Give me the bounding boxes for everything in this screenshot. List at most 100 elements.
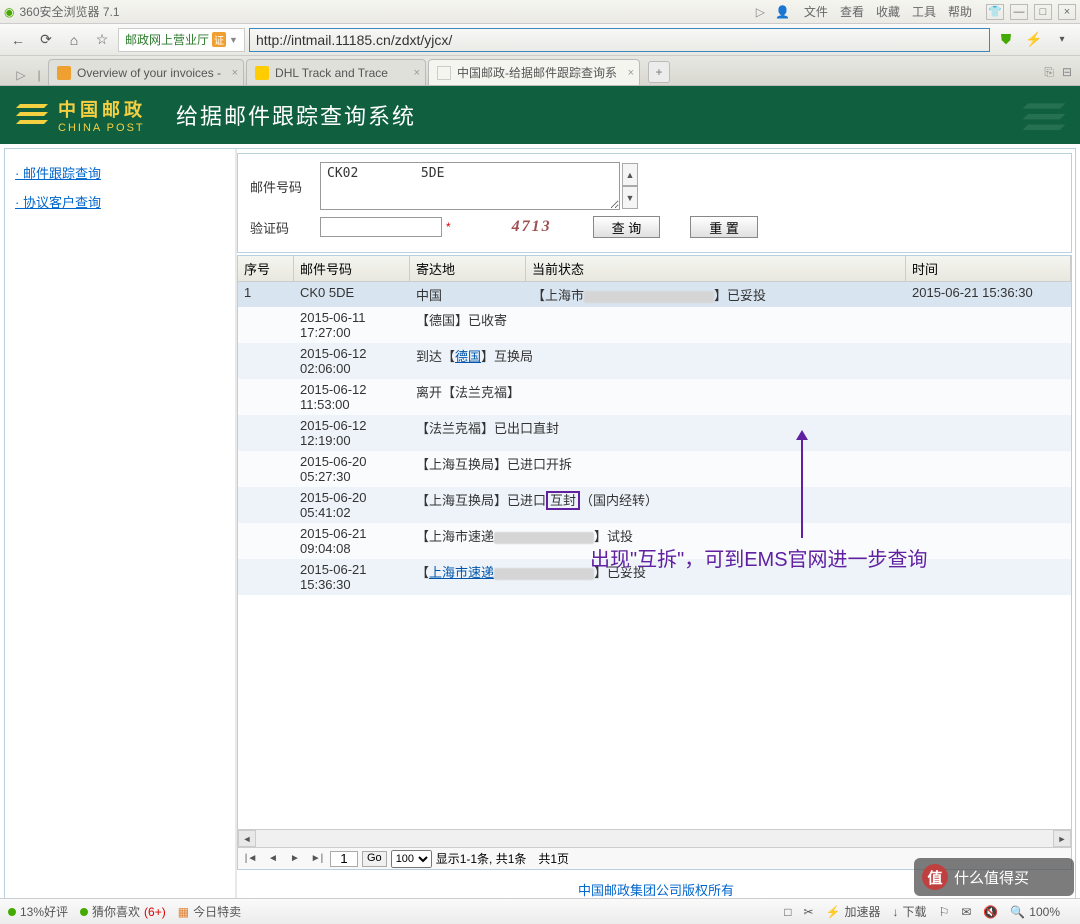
logo-text: 中国邮政 CHINA POST (58, 96, 146, 134)
site-identity[interactable]: 邮政网上营业厅 证 ▼ (118, 28, 245, 52)
window-title: 360安全浏览器 7.1 (19, 3, 119, 20)
minimize-button[interactable]: — (1010, 4, 1028, 20)
main-panel: 邮件号码 CK02 5DE ▲ ▼ 验证码 * 4713 查 询 重 置 序号 … (237, 149, 1075, 907)
table-row-main[interactable]: 1 CK0 5DE 中国 【上海市】已妥投 2015-06-21 15:36:3… (238, 282, 1071, 307)
highlighted-term: 互封 (546, 491, 580, 510)
download-icon: ↓ (893, 905, 899, 919)
page-size-select[interactable]: 100 (391, 850, 432, 868)
captcha-input[interactable] (320, 217, 442, 237)
label-captcha: 验证码 (250, 218, 320, 237)
user-icon[interactable]: 👤 (775, 5, 790, 19)
header-watermark-icon (1016, 98, 1072, 141)
page-prev-button[interactable]: ◄ (264, 851, 282, 867)
browser-toolbar: ← ⟳ ⌂ ☆ 邮政网上营业厅 证 ▼ http://intmail.11185… (0, 24, 1080, 56)
tab-close-icon[interactable]: × (232, 67, 238, 79)
table-row: 2015-06-11 17:27:00【德国】已收寄 (238, 307, 1071, 343)
like-percent[interactable]: 13%好评 (20, 903, 68, 920)
tab-close-icon[interactable]: × (414, 67, 420, 79)
status-dot-icon (80, 908, 88, 916)
favorite-button[interactable]: ☆ (90, 28, 114, 52)
table-row: 2015-06-20 05:27:30【上海互换局】已进口开拆 (238, 451, 1071, 487)
page-next-button[interactable]: ► (286, 851, 304, 867)
cell-eventtime: 2015-06-12 12:19:00 (294, 415, 410, 451)
tab-strip: ▷ | Overview of your invoices - × DHL Tr… (0, 56, 1080, 86)
menu-favorites[interactable]: 收藏 (876, 3, 900, 20)
col-status: 当前状态 (526, 256, 906, 281)
menu-tools[interactable]: 工具 (912, 3, 936, 20)
mute-icon[interactable]: 🔇 (983, 905, 998, 919)
cell-eventtime: 2015-06-12 11:53:00 (294, 379, 410, 415)
refresh-button[interactable]: ⟳ (34, 28, 58, 52)
tab-dhl[interactable]: DHL Track and Trace × (246, 59, 426, 85)
url-dropdown-icon[interactable]: ▾ (1050, 28, 1074, 52)
captcha-image[interactable]: 4713 (501, 216, 563, 238)
scissors-icon[interactable]: ✂ (804, 905, 814, 919)
cell-eventtime: 2015-06-20 05:27:30 (294, 451, 410, 487)
maximize-button[interactable]: □ (1034, 4, 1052, 20)
table-row: 2015-06-20 05:41:02【上海互换局】已进口互封（国内经转） (238, 487, 1071, 523)
results-table: 序号 邮件号码 寄达地 当前状态 时间 1 CK0 5DE 中国 【上海市】已妥… (237, 255, 1072, 870)
close-button[interactable]: × (1058, 4, 1076, 20)
tab-close-icon[interactable]: × (628, 67, 634, 79)
cell-eventtext: 【上海互换局】已进口互封（国内经转） (410, 487, 664, 523)
tab-favicon-icon (437, 66, 451, 80)
tab-label: DHL Track and Trace (275, 66, 388, 80)
cell-eventtime: 2015-06-21 09:04:08 (294, 523, 410, 559)
textarea-scroll: ▲ ▼ (622, 163, 638, 209)
device-icon[interactable]: □ (784, 905, 791, 919)
tab-sep-icon: | (30, 65, 48, 85)
sidebar-item-contract[interactable]: 协议客户查询 (15, 192, 225, 211)
page-go-button[interactable]: Go (362, 851, 387, 867)
content-area: 邮件跟踪查询 协议客户查询 邮件号码 CK02 5DE ▲ ▼ 验证码 * 47… (4, 148, 1076, 908)
annotation-text: 出现"互拆"，可到EMS官网进一步查询 (590, 543, 928, 572)
today-sale[interactable]: 今日特卖 (193, 903, 241, 920)
page-last-button[interactable]: ►| (308, 851, 326, 867)
cell-eventtime: 2015-06-21 15:36:30 (294, 559, 410, 595)
tab-history-back-icon[interactable]: ▷ (12, 65, 30, 85)
zoom-level[interactable]: 100% (1029, 905, 1060, 919)
status-dot-icon (8, 908, 16, 916)
menu-view[interactable]: 查看 (840, 3, 864, 20)
page-first-button[interactable]: |◄ (242, 851, 260, 867)
download-label[interactable]: 下载 (903, 903, 927, 920)
home-button[interactable]: ⌂ (62, 28, 86, 52)
menu-help[interactable]: 帮助 (948, 3, 972, 20)
wallet-icon[interactable]: ⛊ (994, 28, 1018, 52)
back-button[interactable]: ← (6, 28, 30, 52)
window-titlebar: ◉ 360安全浏览器 7.1 ▷ 👤 文件 查看 收藏 工具 帮助 👕 — □ … (0, 0, 1080, 24)
tab-chinapost[interactable]: 中国邮政-给据邮件跟踪查询系 × (428, 59, 640, 85)
skin-button[interactable]: 👕 (986, 4, 1004, 20)
flash-icon[interactable]: ⚡ (1022, 28, 1046, 52)
site-name: 邮政网上营业厅 (125, 31, 209, 48)
mail-icon[interactable]: ✉ (961, 905, 971, 919)
cell-eventtext: 到达【德国】互换局 (410, 343, 539, 379)
guess-like[interactable]: 猜你喜欢 (92, 903, 140, 920)
zoom-icon: 🔍 (1010, 905, 1025, 919)
query-form: 邮件号码 CK02 5DE ▲ ▼ 验证码 * 4713 查 询 重 置 (237, 153, 1072, 253)
horizontal-scrollbar[interactable]: ◄ ► (238, 829, 1071, 847)
query-button[interactable]: 查 询 (593, 216, 661, 238)
scroll-down-icon[interactable]: ▼ (622, 186, 638, 209)
scroll-up-icon[interactable]: ▲ (622, 163, 638, 186)
address-bar[interactable]: http://intmail.11185.cn/zdxt/yjcx/ (249, 28, 990, 52)
accelerator[interactable]: 加速器 (845, 903, 881, 920)
flag-icon[interactable]: ⚐ (939, 905, 950, 919)
scroll-right-icon[interactable]: ► (1053, 830, 1071, 847)
cell-eventtime: 2015-06-20 05:41:02 (294, 487, 410, 523)
tab-label: Overview of your invoices - (77, 66, 221, 80)
menu-file[interactable]: 文件 (804, 3, 828, 20)
tab-menu-icon[interactable]: ⊟ (1062, 65, 1072, 80)
restore-tab-icon[interactable]: ⎘ (1044, 65, 1054, 80)
smzdm-watermark: 值 什么值得买 (914, 858, 1074, 896)
cell-seq: 1 (238, 282, 294, 307)
browser-statusbar: 13%好评 猜你喜欢(6+) ▦今日特卖 □ ✂ ⚡加速器 ↓下载 ⚐ ✉ 🔇 … (0, 898, 1080, 924)
page-input[interactable] (330, 851, 358, 867)
new-tab-button[interactable]: + (648, 61, 670, 83)
reset-button[interactable]: 重 置 (690, 216, 758, 238)
calendar-icon: ▦ (178, 905, 189, 919)
cell-eventtext: 【上海互换局】已进口开拆 (410, 451, 578, 487)
sidebar-item-tracking[interactable]: 邮件跟踪查询 (15, 163, 225, 182)
scroll-left-icon[interactable]: ◄ (238, 830, 256, 847)
mail-number-textarea[interactable]: CK02 5DE (320, 162, 620, 210)
tab-invoices[interactable]: Overview of your invoices - × (48, 59, 244, 85)
